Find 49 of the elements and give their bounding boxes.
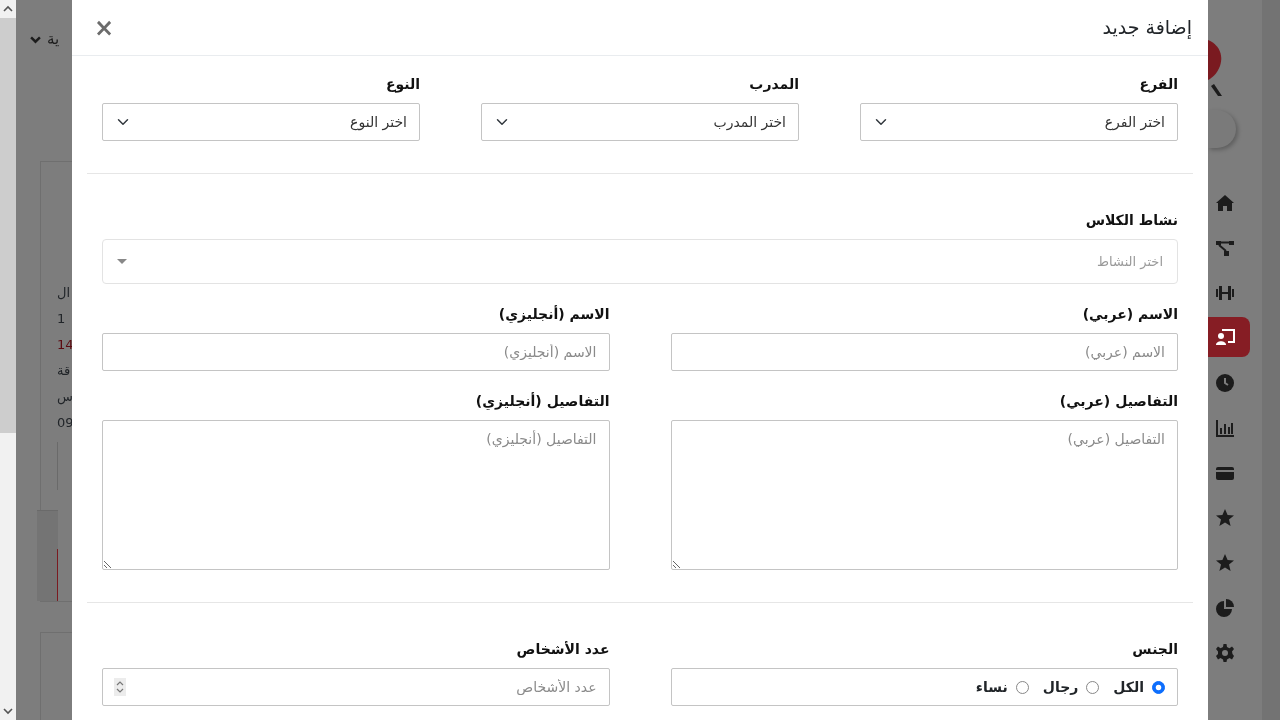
radio-button[interactable] — [1086, 680, 1100, 694]
presenter-icon — [1215, 327, 1235, 347]
field-label: الجنس — [1131, 640, 1178, 659]
text-area[interactable]: التفاصيل (عربي) — [670, 420, 1178, 570]
chevron-icon[interactable] — [30, 34, 41, 44]
radio-label: الكل — [1113, 677, 1144, 697]
card-text: 14 — [57, 335, 74, 354]
bar-chart-icon — [1215, 417, 1235, 438]
star-icon — [1215, 507, 1235, 528]
radio-label: نساء — [975, 677, 1008, 697]
card-text: قة — [57, 361, 71, 380]
field-label: الاسم (عربي) — [1081, 305, 1178, 325]
home-icon — [1215, 192, 1235, 213]
radio-button[interactable] — [1152, 680, 1165, 694]
field-label: عدد الأشخاص — [515, 640, 610, 660]
field-label: الفرع — [1138, 75, 1178, 95]
text-area[interactable]: التفاصيل (أنجليزي) — [102, 420, 610, 570]
field-label: التفاصيل (عربي) — [1058, 392, 1178, 412]
caret-icon — [117, 259, 127, 264]
field-label: الاسم (أنجليزي) — [497, 304, 610, 325]
input-field[interactable]: الاسم (عربي) — [670, 333, 1178, 371]
card-text: 09 — [57, 413, 74, 432]
star-icon — [1215, 552, 1235, 573]
logo-drawing — [1208, 40, 1224, 96]
pie-chart-icon — [1215, 597, 1235, 618]
spinner-icon[interactable] — [114, 678, 126, 696]
header-text: ية — [47, 29, 60, 50]
dropdown[interactable]: اختر الفرع — [860, 103, 1178, 141]
dropdown[interactable]: اختر النوع — [102, 103, 420, 141]
card-text: 1 — [57, 309, 66, 328]
radio-button[interactable] — [1015, 680, 1029, 694]
dialog-title: إضافة جديد — [1102, 16, 1192, 39]
scroll-down-icon[interactable] — [3, 706, 13, 716]
scroll-up-icon[interactable] — [3, 4, 13, 14]
number-field[interactable]: عدد الأشخاص — [102, 668, 610, 706]
sidebar-item[interactable] — [1208, 317, 1250, 357]
card-text: ال — [57, 283, 71, 302]
close-button[interactable]: × — [88, 15, 121, 40]
field-label: المدرب — [748, 75, 799, 94]
clock-icon — [1215, 372, 1235, 393]
field-label: النوع — [384, 75, 420, 95]
field-label: التفاصيل (أنجليزي) — [474, 391, 610, 412]
scrollbar-thumb[interactable] — [0, 18, 16, 433]
radio-label: رجال — [1042, 677, 1079, 697]
dropdown[interactable]: اختر المدرب — [481, 103, 799, 141]
card-text: س — [57, 387, 73, 407]
avatar-icon — [1208, 110, 1236, 148]
field-label: نشاط الكلاس — [1084, 211, 1178, 230]
settings-icon — [1215, 642, 1235, 663]
